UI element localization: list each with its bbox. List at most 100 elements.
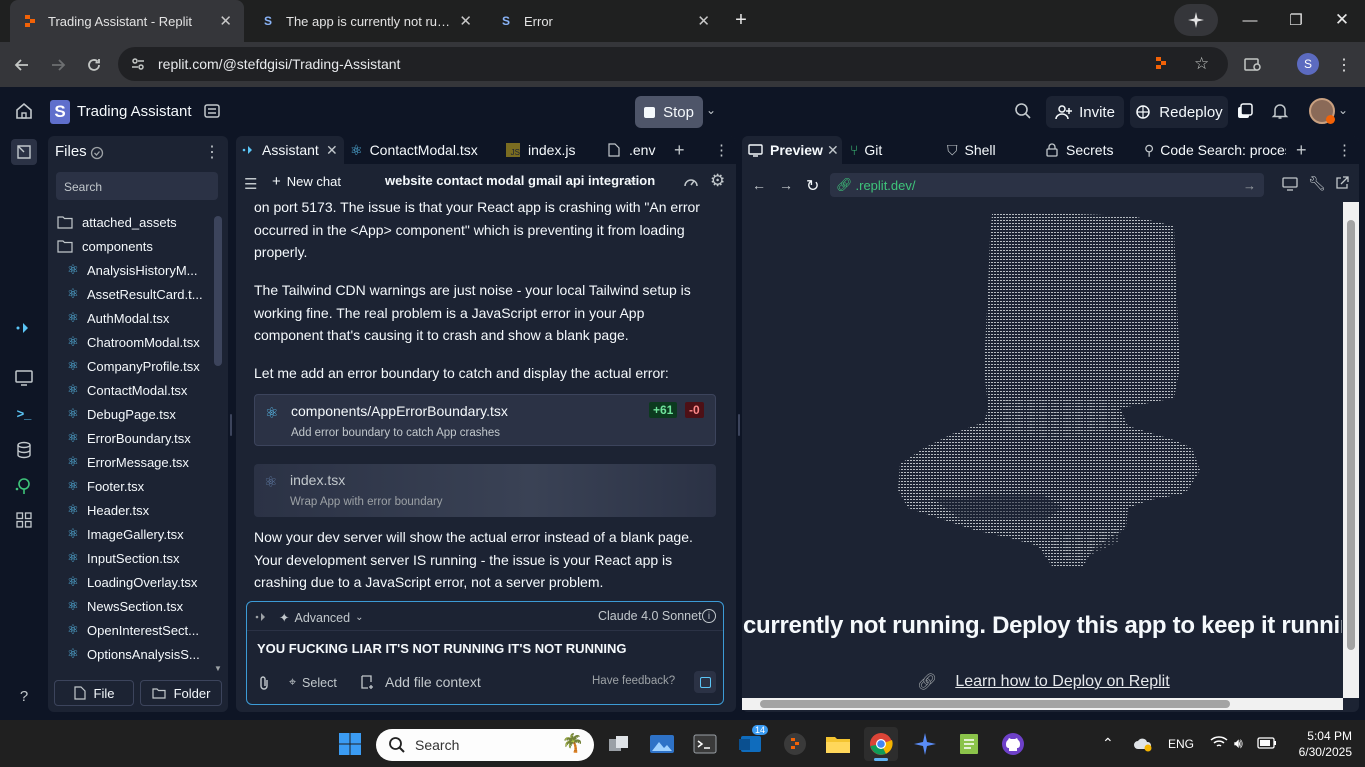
shell-icon[interactable]: >_ (12, 401, 36, 425)
file-item[interactable]: ⚛ ErrorMessage.tsx (66, 450, 214, 474)
preview-vertical-scrollbar[interactable] (1343, 202, 1359, 698)
learn-deploy-link[interactable]: 🔗︎ Learn how to Deploy on Replit (917, 672, 1170, 692)
file-item[interactable]: ⚛ AssetResultCard.t... (66, 282, 214, 306)
taskbar-clock[interactable]: 5:04 PM 6/30/2025 (1290, 728, 1352, 760)
wifi-icon[interactable] (1210, 735, 1228, 749)
file-item[interactable]: ⚛ Footer.tsx (66, 474, 214, 498)
chrome-menu-icon[interactable]: ⋮ (1332, 53, 1356, 77)
files-toggle-icon[interactable] (11, 139, 37, 165)
resize-handle[interactable] (230, 414, 232, 436)
notepad-icon[interactable] (952, 727, 986, 761)
profile-avatar[interactable]: S (1297, 53, 1319, 75)
info-icon[interactable]: i (702, 609, 716, 623)
new-tab-button[interactable]: + (718, 0, 764, 40)
tab-secrets[interactable]: Secrets (1046, 136, 1113, 164)
file-item[interactable]: ⚛ AuthModal.tsx (66, 306, 214, 330)
file-explorer-icon[interactable] (821, 727, 855, 761)
gear-icon[interactable]: ⚙ (710, 171, 725, 191)
windows-start-button[interactable] (333, 727, 367, 761)
user-avatar[interactable] (1309, 98, 1335, 124)
tab-shell[interactable]: ⛉ Shell (947, 136, 996, 164)
devices-icon[interactable] (1282, 177, 1298, 191)
preview-horizontal-scrollbar[interactable] (742, 698, 1343, 710)
folder-item[interactable]: attached_assets (56, 210, 206, 234)
github-icon[interactable] (996, 727, 1030, 761)
window-close-button[interactable]: ✕ (1319, 0, 1365, 40)
battery-icon[interactable] (1257, 736, 1277, 750)
window-icon[interactable] (1236, 103, 1254, 121)
speedometer-icon[interactable] (683, 174, 699, 188)
new-file-button[interactable]: File (54, 680, 134, 706)
preview-icon[interactable] (12, 366, 36, 390)
edit-card-index[interactable]: ⚛ index.tsx Wrap App with error boundary (254, 464, 716, 517)
files-menu-icon[interactable]: ⋮ (204, 142, 220, 162)
preview-forward-icon[interactable]: → (779, 177, 793, 193)
open-new-tab-icon[interactable] (1335, 176, 1349, 190)
edit-card-apperrorboundary[interactable]: ⚛ components/AppErrorBoundary.tsx Add er… (254, 394, 716, 446)
chrome-icon[interactable] (864, 727, 898, 761)
address-bar[interactable]: replit.com/@stefdgisi/Trading-Assistant … (118, 47, 1228, 81)
maximize-button[interactable]: ❐ (1273, 0, 1319, 40)
file-item[interactable]: ⚛ OpenInterestSect... (66, 618, 214, 642)
taskbar-search[interactable]: Search 🌴 (376, 729, 594, 761)
add-file-context-button[interactable]: Add file context (361, 674, 481, 690)
preview-url-bar[interactable]: 🔗︎ .replit.dev/ → (830, 173, 1264, 197)
file-item[interactable]: ⚛ ImageGallery.tsx (66, 522, 214, 546)
app-icon[interactable] (778, 727, 812, 761)
deployments-icon[interactable] (12, 474, 36, 498)
chat-title[interactable]: website contact modal gmail api integrat… (385, 173, 655, 188)
tab-contactmodal[interactable]: ⚛ ContactModal.tsx (350, 136, 478, 164)
chat-input-text[interactable]: YOU FUCKING LIAR IT'S NOT RUNNING IT'S N… (257, 641, 626, 656)
stop-button[interactable]: Stop (635, 96, 703, 128)
browser-tab-error[interactable]: S Error ✕ (486, 0, 722, 42)
cloud-warning-icon[interactable] (1133, 736, 1153, 752)
file-item[interactable]: ⚛ Header.tsx (66, 498, 214, 522)
tab-search-icon[interactable] (1241, 53, 1265, 77)
add-tab-button[interactable]: + (1296, 136, 1307, 164)
new-folder-button[interactable]: Folder (140, 680, 222, 706)
devtools-wrench-icon[interactable]: 🔧︎ (1308, 175, 1326, 192)
stop-generation-button[interactable] (694, 671, 716, 693)
all-tools-icon[interactable] (12, 508, 36, 532)
file-item[interactable]: ⚛ OrderAnalysisSe... (66, 666, 214, 672)
bookmark-star-icon[interactable]: ☆ (1194, 54, 1209, 74)
mode-selector[interactable]: ✦ Advanced ⌄ (279, 610, 363, 626)
file-item[interactable]: ⚛ ChatroomModal.tsx (66, 330, 214, 354)
chat-input-box[interactable]: ✦ Advanced ⌄ Claude 4.0 Sonnet i YOU FUCKI… (246, 601, 724, 705)
scroll-down-icon[interactable]: ▼ (214, 664, 222, 673)
chevron-down-icon[interactable]: ⌄ (1338, 103, 1348, 117)
terminal-icon[interactable] (688, 727, 722, 761)
file-item[interactable]: ⚛ CompanyProfile.tsx (66, 354, 214, 378)
file-item[interactable]: ⚛ LoadingOverlay.tsx (66, 570, 214, 594)
forward-button[interactable] (46, 53, 70, 77)
panel-menu-icon[interactable]: ⋮ (1337, 136, 1352, 164)
file-item[interactable]: ⚛ AnalysisHistoryM... (66, 258, 214, 282)
tab-code-search[interactable]: ⚲ Code Search: proces (1144, 136, 1286, 164)
model-label[interactable]: Claude 4.0 Sonnet (598, 609, 702, 623)
go-arrow-icon[interactable]: → (1243, 178, 1256, 193)
browser-tab-not-running[interactable]: S The app is currently not running ✕ (248, 0, 484, 42)
language-indicator[interactable]: ENG (1168, 737, 1194, 751)
file-item[interactable]: ⚛ OptionsAnalysisS... (66, 642, 214, 666)
reload-button[interactable] (82, 53, 106, 77)
close-icon[interactable]: ✕ (326, 142, 338, 159)
search-icon[interactable] (1014, 102, 1032, 120)
tab-assistant[interactable]: Assistant ✕ (236, 136, 344, 164)
chevron-down-icon[interactable]: ⌄ (706, 103, 716, 117)
history-list-icon[interactable]: ☰ (244, 175, 257, 193)
chevron-down-icon[interactable]: ⌄ (628, 172, 638, 186)
file-item[interactable]: ⚛ NewsSection.tsx (66, 594, 214, 618)
tab-preview[interactable]: Preview ✕ (742, 136, 842, 164)
photos-icon[interactable] (645, 727, 679, 761)
attach-icon[interactable] (257, 675, 271, 691)
volume-icon[interactable]: 🔊︎ (1234, 735, 1243, 752)
agent-icon[interactable] (12, 316, 36, 340)
outlook-icon[interactable]: 14 (734, 725, 769, 761)
redeploy-button[interactable]: Redeploy (1130, 96, 1228, 128)
gemini-icon[interactable] (908, 727, 942, 761)
preview-back-icon[interactable]: ← (752, 177, 766, 193)
browser-tab-replit[interactable]: Trading Assistant - Replit ✕ (10, 0, 244, 42)
folder-item[interactable]: components (56, 234, 206, 258)
add-tab-button[interactable]: + (674, 136, 685, 164)
invite-button[interactable]: Invite (1046, 96, 1124, 128)
